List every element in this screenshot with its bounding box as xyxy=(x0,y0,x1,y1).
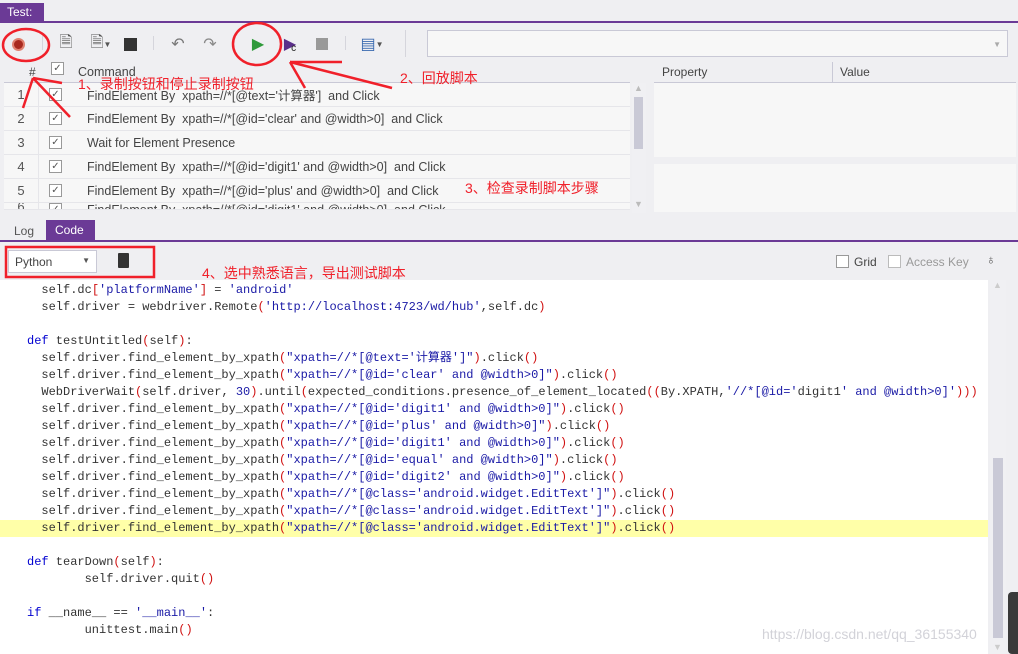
play-highlight-circle xyxy=(231,21,283,67)
annotation-export: 4、选中熟悉语言，导出测试脚本 xyxy=(202,265,406,281)
language-export-highlight-box xyxy=(4,245,156,279)
arrow-2 xyxy=(288,60,393,90)
annotation-playback: 2、回放脚本 xyxy=(400,70,478,86)
annotation-record: 1、录制按钮和停止录制按钮 xyxy=(78,76,254,92)
record-highlight-circle xyxy=(1,27,51,63)
annotation-overlay xyxy=(1,21,393,279)
arrow-1 xyxy=(21,76,71,118)
annotation-check-steps: 3、检查录制脚本步骤 xyxy=(465,180,599,196)
